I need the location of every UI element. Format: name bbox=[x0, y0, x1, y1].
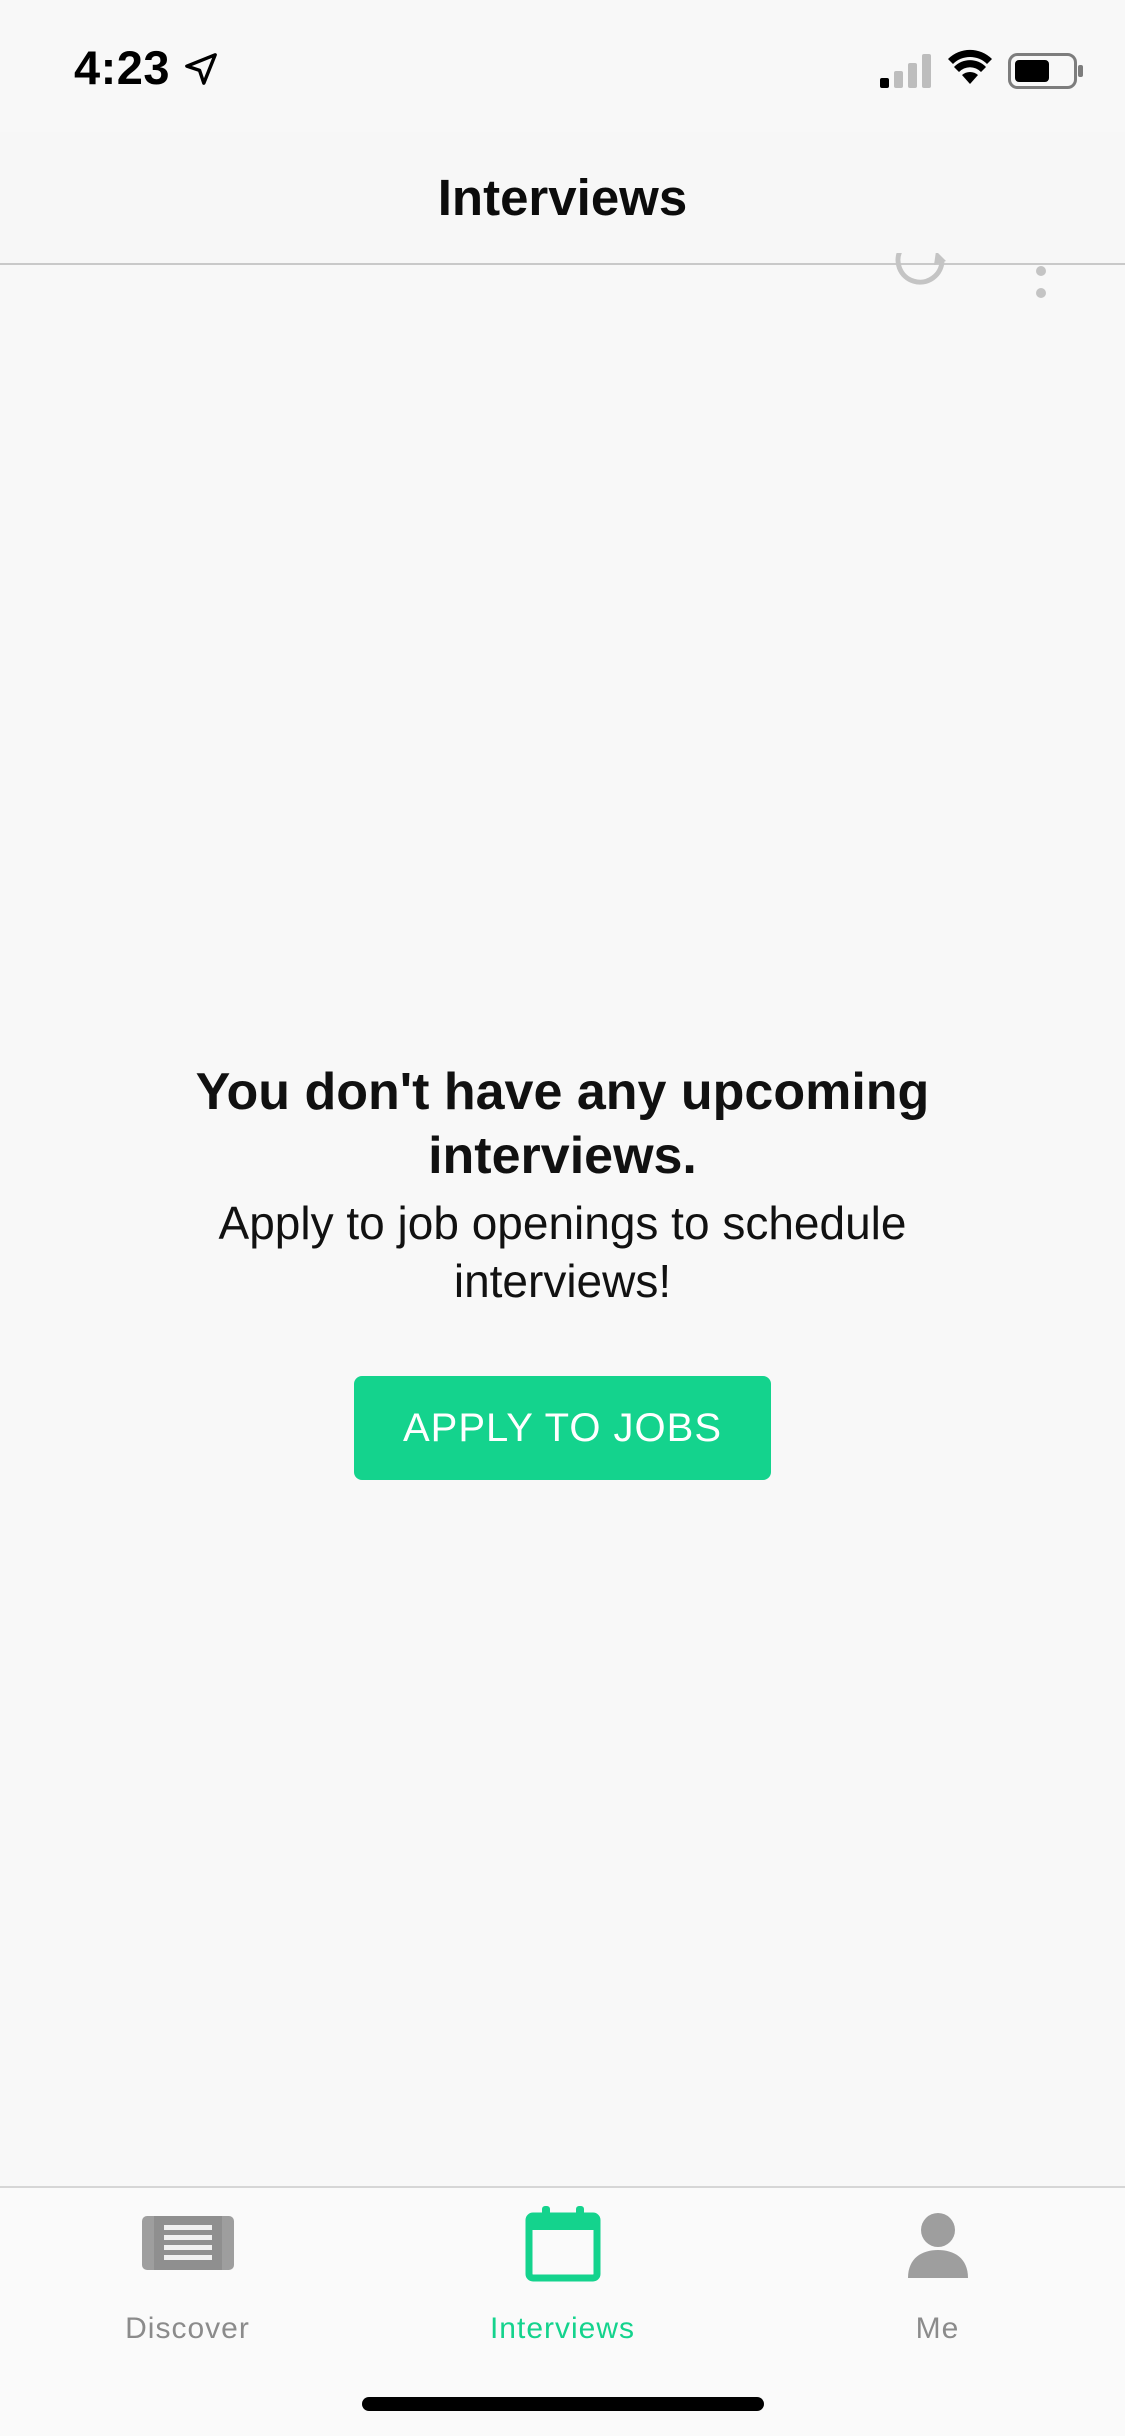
refresh-icon[interactable] bbox=[892, 253, 952, 303]
newspaper-icon bbox=[141, 2216, 234, 2270]
tab-interviews-label: Interviews bbox=[489, 2312, 636, 2345]
tab-discover[interactable]: Discover bbox=[0, 2188, 375, 2358]
tab-interviews[interactable]: Interviews bbox=[375, 2188, 750, 2358]
empty-state: You don't have any upcoming interviews. … bbox=[0, 1060, 1125, 1480]
empty-state-title: You don't have any upcoming interviews. bbox=[195, 1063, 930, 1185]
nav-bar: Interviews bbox=[0, 132, 1125, 265]
more-vertical-icon[interactable] bbox=[1024, 265, 1058, 305]
status-time: 4:23 bbox=[74, 41, 171, 94]
page-title: Interviews bbox=[437, 169, 688, 226]
location-arrow-icon bbox=[185, 53, 217, 85]
battery-icon bbox=[1008, 53, 1083, 89]
empty-state-subtitle: Apply to job openings to schedule interv… bbox=[218, 1197, 907, 1307]
home-indicator bbox=[362, 2397, 764, 2411]
tab-me[interactable]: Me bbox=[750, 2188, 1125, 2358]
status-bar: 4:23 bbox=[0, 0, 1125, 132]
person-icon bbox=[907, 2213, 968, 2278]
screen: 4:23 Interviews You don't have any upcom… bbox=[0, 0, 1125, 2436]
tab-discover-label: Discover bbox=[125, 2312, 250, 2345]
tab-me-label: Me bbox=[915, 2312, 960, 2345]
wifi-icon bbox=[948, 49, 992, 84]
cellular-signal-icon bbox=[880, 54, 931, 88]
calendar-icon bbox=[525, 2206, 600, 2282]
apply-to-jobs-button[interactable]: APPLY TO JOBS bbox=[354, 1376, 771, 1480]
